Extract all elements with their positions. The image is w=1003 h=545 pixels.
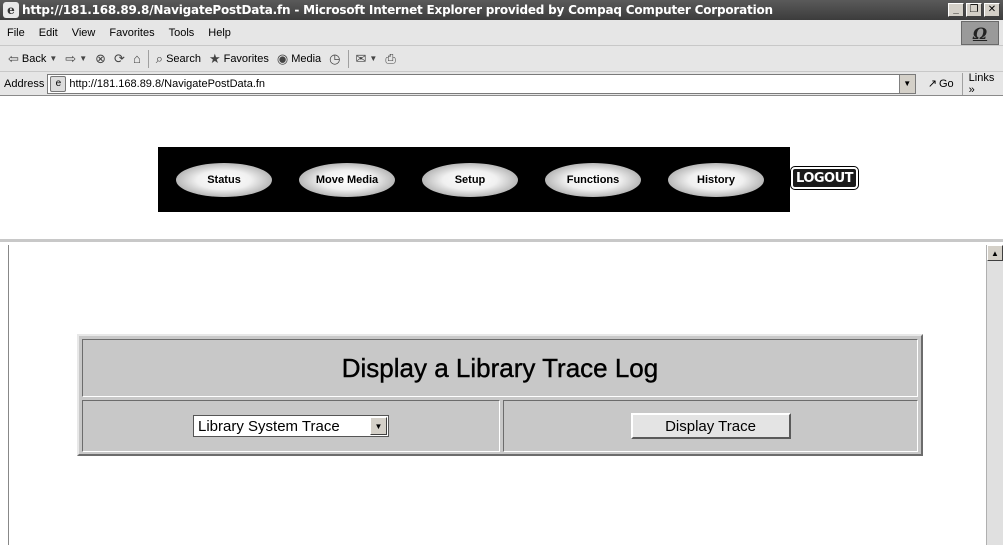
- window-controls: _ ❐ ✕: [948, 3, 1000, 17]
- menu-favorites[interactable]: Favorites: [102, 27, 161, 39]
- page-icon: e: [50, 75, 67, 92]
- nav-history-button[interactable]: History: [668, 162, 764, 197]
- mail-icon: ✉: [355, 50, 367, 66]
- go-button[interactable]: ↗ Go: [916, 77, 962, 91]
- trace-type-select[interactable]: Library System Trace ▼: [193, 415, 389, 437]
- navigation-frame: Status Move Media Setup Functions Histor…: [0, 97, 1003, 242]
- logout-button[interactable]: LOGOUT: [789, 166, 860, 190]
- refresh-button[interactable]: ⟳: [110, 48, 129, 70]
- media-icon: ◉: [276, 50, 289, 66]
- trace-controls-row: Library System Trace ▼ Display Trace: [82, 400, 918, 452]
- search-label: Search: [166, 52, 201, 65]
- address-input[interactable]: e http://181.168.89.8/NavigatePostData.f…: [47, 73, 916, 94]
- page-title: Display a Library Trace Log: [341, 352, 659, 383]
- go-arrow-icon: ↗: [927, 78, 937, 90]
- window-title: http://181.168.89.8/NavigatePostData.fn …: [22, 3, 773, 17]
- ie-logo-icon: e: [3, 2, 19, 18]
- print-icon: ⎙: [385, 50, 396, 66]
- toolbar-separator: [347, 49, 349, 68]
- media-button[interactable]: ◉ Media: [273, 48, 325, 70]
- minimize-button[interactable]: _: [948, 3, 964, 17]
- home-button[interactable]: ⌂: [129, 48, 145, 70]
- favorites-label: Favorites: [223, 52, 269, 65]
- nav-setup-button[interactable]: Setup: [422, 162, 518, 197]
- print-button[interactable]: ⎙: [381, 48, 399, 70]
- address-url[interactable]: http://181.168.89.8/NavigatePostData.fn: [69, 78, 265, 90]
- media-label: Media: [291, 52, 322, 65]
- nav-status-button[interactable]: Status: [176, 162, 272, 197]
- toolbar: ⇦ Back ▼ ⇨ ▼ ⊗ ⟳ ⌂ ⌕ Search ★ Favorites …: [0, 46, 1003, 72]
- trace-button-cell: Display Trace: [503, 400, 918, 452]
- history-button[interactable]: ◷: [325, 48, 344, 70]
- back-label: Back: [21, 52, 47, 65]
- trace-type-value: Library System Trace: [198, 417, 340, 435]
- toolbar-separator: [147, 49, 149, 68]
- menu-file[interactable]: File: [0, 27, 32, 39]
- mail-button[interactable]: ✉ ▼: [352, 48, 382, 70]
- stop-button[interactable]: ⊗: [91, 48, 110, 70]
- nav-functions-button[interactable]: Functions: [545, 162, 641, 197]
- forward-dropdown-icon[interactable]: ▼: [79, 54, 87, 63]
- home-icon: ⌂: [132, 51, 141, 66]
- refresh-icon: ⟳: [114, 50, 125, 66]
- back-dropdown-icon[interactable]: ▼: [49, 54, 57, 63]
- scroll-up-icon[interactable]: ▲: [987, 245, 1003, 261]
- menu-tools[interactable]: Tools: [162, 27, 202, 39]
- forward-arrow-icon: ⇨: [65, 50, 77, 66]
- address-dropdown-icon[interactable]: ▼: [898, 74, 915, 93]
- history-icon: ◷: [329, 50, 341, 66]
- back-button[interactable]: ⇦ Back ▼: [4, 48, 61, 70]
- links-button[interactable]: Links »: [961, 72, 1003, 96]
- address-bar: Address e http://181.168.89.8/NavigatePo…: [0, 72, 1003, 96]
- menu-help[interactable]: Help: [201, 27, 238, 39]
- trace-header: Display a Library Trace Log: [82, 339, 918, 397]
- maximize-button[interactable]: ❐: [966, 3, 982, 17]
- trace-log-panel: Display a Library Trace Log Library Syst…: [77, 334, 923, 456]
- menu-bar: File Edit View Favorites Tools Help Ω: [0, 20, 1003, 46]
- display-trace-button[interactable]: Display Trace: [630, 413, 791, 439]
- mail-dropdown-icon[interactable]: ▼: [369, 54, 377, 63]
- search-icon: ⌕: [155, 50, 164, 66]
- favorites-icon: ★: [208, 50, 221, 66]
- address-label: Address: [4, 77, 45, 90]
- forward-button[interactable]: ⇨ ▼: [61, 48, 91, 70]
- menu-edit[interactable]: Edit: [32, 27, 65, 39]
- back-arrow-icon: ⇦: [8, 50, 19, 66]
- close-button[interactable]: ✕: [984, 3, 1000, 17]
- window-title-bar: e http://181.168.89.8/NavigatePostData.f…: [0, 0, 1003, 20]
- go-label: Go: [938, 77, 954, 90]
- menu-view[interactable]: View: [65, 27, 103, 39]
- nav-move-media-button[interactable]: Move Media: [299, 162, 395, 197]
- windows-throbber-icon: Ω: [961, 21, 999, 45]
- favorites-button[interactable]: ★ Favorites: [205, 48, 273, 70]
- content-frame: Display a Library Trace Log Library Syst…: [8, 245, 986, 545]
- stop-icon: ⊗: [95, 50, 107, 66]
- search-button[interactable]: ⌕ Search: [152, 48, 205, 70]
- nav-strip: Status Move Media Setup Functions Histor…: [158, 147, 790, 212]
- trace-select-cell: Library System Trace ▼: [82, 400, 500, 452]
- vertical-scrollbar[interactable]: ▲: [986, 245, 1003, 545]
- select-dropdown-icon[interactable]: ▼: [370, 417, 387, 435]
